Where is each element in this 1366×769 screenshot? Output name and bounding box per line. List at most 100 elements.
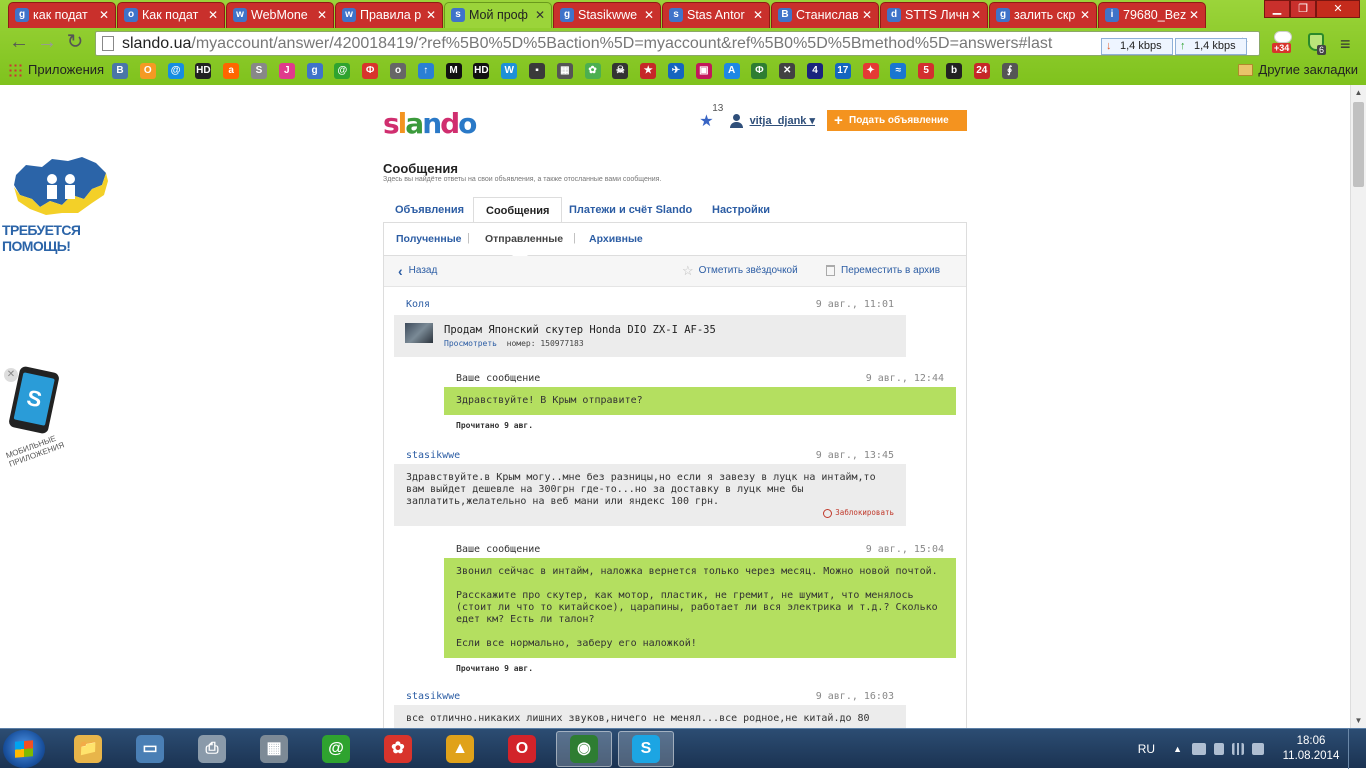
browser-tab[interactable]: g Stasikwwe ✕ [553, 2, 661, 28]
slando-logo[interactable]: slando [383, 107, 477, 140]
bookmark-icon[interactable]: J [278, 63, 295, 79]
browser-tab[interactable]: g залить скр ✕ [989, 2, 1097, 28]
bookmark-icon[interactable]: g [306, 63, 323, 79]
browser-tab[interactable]: В Станислав ✕ [771, 2, 879, 28]
bookmark-icon[interactable]: HD [473, 63, 490, 79]
clock[interactable]: 18:06 11.08.2014 [1280, 734, 1342, 764]
taskbar-app-avast[interactable]: ▲ [432, 731, 488, 767]
bookmark-icon[interactable]: ✦ [862, 63, 879, 79]
browser-tab[interactable]: o Как подат ✕ [117, 2, 225, 28]
back-arrow-icon[interactable]: ← [8, 32, 30, 54]
taskbar-app-printer[interactable]: ⎙ [184, 731, 240, 767]
bookmark-icon[interactable]: A [723, 63, 740, 79]
bookmark-icon[interactable]: ↑ [417, 63, 434, 79]
browser-tab[interactable]: s Мой проф ✕ [444, 2, 552, 28]
tray-expand-icon[interactable]: ▲ [1173, 744, 1182, 754]
product-thumbnail[interactable] [405, 323, 433, 343]
bookmark-icon[interactable]: ≈ [890, 63, 907, 79]
scroll-down-icon[interactable]: ▼ [1351, 713, 1366, 728]
forward-arrow-icon[interactable]: → [36, 32, 58, 54]
favorites-star-icon[interactable]: ★ 13 [699, 103, 723, 131]
bookmark-icon[interactable]: О [139, 63, 156, 79]
taskbar-app-chrome[interactable]: ◉ [556, 731, 612, 767]
browser-tab[interactable]: s Stas Antor ✕ [662, 2, 770, 28]
url-input[interactable]: slando.ua/myaccount/answer/420018419/?re… [95, 31, 1260, 56]
tab-close-icon[interactable]: ✕ [862, 3, 872, 27]
other-bookmarks[interactable]: Другие закладки [1238, 62, 1358, 77]
browser-tab[interactable]: w WebMone ✕ [226, 2, 334, 28]
tab-close-icon[interactable]: ✕ [644, 3, 654, 27]
taskbar-app-opera[interactable]: O [494, 731, 550, 767]
product-view-link[interactable]: Просмотреть [444, 339, 497, 348]
bookmark-icon[interactable]: 4 [807, 63, 823, 79]
tab-close-icon[interactable]: ✕ [317, 3, 327, 27]
taskbar-app-skype[interactable]: S [618, 731, 674, 767]
reload-icon[interactable]: ↻ [64, 32, 86, 54]
menu-icon[interactable]: ≡ [1340, 34, 1351, 55]
page-scrollbar[interactable]: ▲ ▼ [1350, 85, 1366, 728]
tab-settings[interactable]: Настройки [700, 197, 782, 223]
bookmark-icon[interactable]: Ф [751, 63, 768, 79]
taskbar-app-explorer[interactable]: 📁 [60, 731, 116, 767]
block-user-link[interactable]: Заблокировать [823, 507, 894, 519]
browser-tab[interactable]: w Правила р ✕ [335, 2, 443, 28]
start-button[interactable] [3, 730, 45, 768]
mark-star-link[interactable]: ☆ Отметить звёздочкой [682, 264, 798, 277]
post-ad-button[interactable]: Подать объявление [827, 110, 967, 131]
message-author[interactable]: stasikwwe [406, 450, 460, 461]
taskbar-app-huawei[interactable]: ✿ [370, 731, 426, 767]
bookmark-icon[interactable]: 17 [834, 63, 851, 79]
subtab-received[interactable]: Полученные [396, 233, 462, 245]
bookmark-icon[interactable]: 24 [973, 63, 990, 79]
flag-icon[interactable] [1214, 743, 1224, 755]
bookmark-icon[interactable]: S [251, 63, 267, 79]
bookmark-icon[interactable]: ✕ [779, 63, 796, 79]
weather-extension-icon[interactable]: +34 [1272, 31, 1298, 55]
mobile-apps-banner[interactable]: S ✕ МОБИЛЬНЫЕ ПРИЛОЖЕНИЯ [0, 365, 70, 475]
browser-tab[interactable]: d STTS Личн ✕ [880, 2, 988, 28]
username-menu[interactable]: vitja_djank ▾ [750, 114, 815, 127]
taskbar-app-computer[interactable]: ▭ [122, 731, 178, 767]
network-icon[interactable] [1232, 743, 1244, 755]
browser-tab[interactable]: i 79680_Bez ✕ [1098, 2, 1206, 28]
bookmark-icon[interactable]: Ф [362, 63, 379, 79]
tab-close-icon[interactable]: ✕ [208, 3, 218, 27]
volume-icon[interactable] [1252, 743, 1264, 755]
tab-close-icon[interactable]: ✕ [1080, 3, 1090, 27]
minimize-button[interactable]: ▁ [1264, 0, 1290, 18]
back-link[interactable]: ‹ Назад [398, 264, 437, 278]
bookmark-icon[interactable]: @ [167, 63, 184, 79]
bookmark-icon[interactable]: 5 [918, 63, 935, 79]
bookmark-icon[interactable]: HD [195, 63, 212, 79]
tab-payments[interactable]: Платежи и счёт Slando [557, 197, 704, 223]
message-author[interactable]: stasikwwe [406, 691, 460, 702]
maximize-button[interactable]: ❐ [1290, 0, 1316, 18]
tab-close-icon[interactable]: ✕ [1189, 3, 1199, 27]
bookmark-icon[interactable]: M [445, 63, 462, 79]
bookmark-icon[interactable]: В [112, 63, 128, 79]
bookmark-icon[interactable]: ✿ [584, 63, 601, 79]
help-banner[interactable]: ТРЕБУЕТСЯ ПОМОЩЬ! [0, 151, 130, 254]
apps-bookmark[interactable]: Приложения [8, 62, 104, 77]
bookmark-icon[interactable]: b [946, 63, 962, 79]
taskbar-app-mail-agent[interactable]: @ [308, 731, 364, 767]
bookmark-icon[interactable]: a [223, 63, 240, 79]
tab-ads[interactable]: Объявления [383, 197, 476, 223]
tab-close-icon[interactable]: ✕ [426, 3, 436, 27]
taskbar-app-calculator[interactable]: ▦ [246, 731, 302, 767]
subtab-archived[interactable]: Архивные [589, 233, 643, 245]
tab-close-icon[interactable]: ✕ [99, 3, 109, 27]
browser-tab[interactable]: g как подат ✕ [8, 2, 116, 28]
tab-close-icon[interactable]: ✕ [971, 3, 981, 27]
close-window-button[interactable]: ✕ [1316, 0, 1360, 18]
bookmark-icon[interactable]: ☠ [612, 63, 629, 79]
bookmark-icon[interactable]: @ [334, 63, 351, 79]
bookmark-icon[interactable]: W [501, 63, 518, 79]
tab-close-icon[interactable]: ✕ [535, 3, 545, 27]
bookmark-icon[interactable]: o [390, 63, 406, 79]
bookmark-icon[interactable]: ✈ [668, 63, 684, 79]
scroll-up-icon[interactable]: ▲ [1351, 85, 1366, 100]
shield-extension-icon[interactable]: 6 [1308, 33, 1328, 55]
close-icon[interactable]: ✕ [4, 368, 18, 382]
bookmark-icon[interactable]: ▦ [556, 63, 573, 79]
